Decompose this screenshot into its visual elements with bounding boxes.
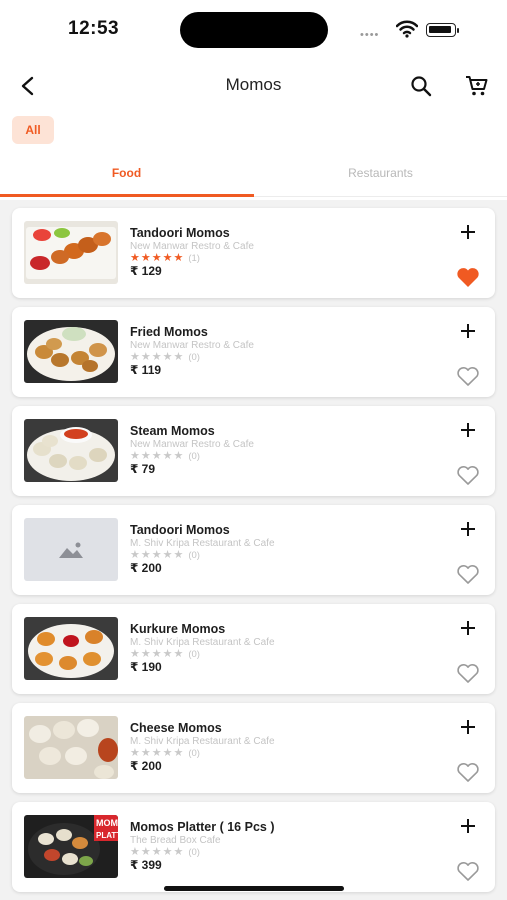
battery-icon bbox=[426, 23, 456, 37]
rating-stars: ★★★★★ bbox=[130, 846, 185, 858]
add-to-cart-button[interactable] bbox=[456, 220, 480, 244]
rating-stars: ★★★★★ bbox=[130, 549, 185, 561]
plus-icon bbox=[461, 720, 475, 734]
item-price: ₹ 119 bbox=[130, 363, 162, 377]
food-image bbox=[24, 617, 118, 680]
food-image bbox=[24, 221, 118, 284]
rating-count: (0) bbox=[188, 352, 200, 363]
food-card[interactable]: MOM PLATT Momos Platter ( 16 Pcs ) The B… bbox=[12, 802, 495, 892]
item-price: ₹ 200 bbox=[130, 561, 162, 575]
plus-icon bbox=[461, 225, 475, 239]
add-to-cart-button[interactable] bbox=[456, 517, 480, 541]
rating-count: (0) bbox=[188, 748, 200, 759]
food-card[interactable]: Cheese Momos M. Shiv Kripa Restaurant & … bbox=[12, 703, 495, 793]
favorite-button[interactable] bbox=[454, 561, 482, 587]
item-price: ₹ 190 bbox=[130, 660, 162, 674]
rating-count: (0) bbox=[188, 550, 200, 561]
filter-chip-all[interactable]: All bbox=[12, 116, 54, 144]
heart-outline-icon bbox=[457, 762, 479, 782]
search-icon bbox=[411, 76, 432, 97]
food-image-placeholder bbox=[24, 518, 118, 581]
plus-icon bbox=[461, 819, 475, 833]
add-to-cart-button[interactable] bbox=[456, 814, 480, 838]
star-rating: ★★★★★ (1) bbox=[130, 251, 200, 265]
food-card[interactable]: Tandoori Momos New Manwar Restro & Cafe … bbox=[12, 208, 495, 298]
favorite-button[interactable] bbox=[454, 264, 482, 290]
rating-count: (1) bbox=[188, 253, 200, 264]
rating-count: (0) bbox=[188, 847, 200, 858]
battery-tip bbox=[457, 28, 459, 33]
item-name: Steam Momos bbox=[130, 424, 215, 438]
item-name: Cheese Momos bbox=[130, 721, 222, 735]
star-rating: ★★★★★ (0) bbox=[130, 647, 200, 661]
cart-button[interactable] bbox=[462, 72, 492, 100]
plus-icon bbox=[461, 423, 475, 437]
status-time: 12:53 bbox=[68, 18, 120, 39]
food-card[interactable]: Steam Momos New Manwar Restro & Cafe ★★★… bbox=[12, 406, 495, 496]
add-to-cart-button[interactable] bbox=[456, 616, 480, 640]
favorite-button[interactable] bbox=[454, 363, 482, 389]
add-to-cart-button[interactable] bbox=[456, 319, 480, 343]
star-rating: ★★★★★ (0) bbox=[130, 746, 200, 760]
rating-count: (0) bbox=[188, 451, 200, 462]
tab-food[interactable]: Food bbox=[0, 166, 253, 180]
food-image: MOM PLATT bbox=[24, 815, 118, 878]
heart-outline-icon bbox=[457, 366, 479, 386]
food-image bbox=[24, 419, 118, 482]
rating-count: (0) bbox=[188, 649, 200, 660]
item-name: Fried Momos bbox=[130, 325, 208, 339]
food-card[interactable]: Tandoori Momos M. Shiv Kripa Restaurant … bbox=[12, 505, 495, 595]
plus-icon bbox=[461, 522, 475, 536]
rating-stars: ★★★★★ bbox=[130, 450, 185, 462]
search-button[interactable] bbox=[406, 72, 436, 100]
plus-icon bbox=[461, 324, 475, 338]
favorite-button[interactable] bbox=[454, 660, 482, 686]
item-price: ₹ 79 bbox=[130, 462, 156, 476]
heart-outline-icon bbox=[457, 663, 479, 683]
cart-icon bbox=[466, 76, 488, 96]
food-image bbox=[24, 716, 118, 779]
add-to-cart-button[interactable] bbox=[456, 418, 480, 442]
heart-outline-icon bbox=[457, 861, 479, 881]
star-rating: ★★★★★ (0) bbox=[130, 548, 200, 562]
favorite-button[interactable] bbox=[454, 759, 482, 785]
food-card[interactable]: Kurkure Momos M. Shiv Kripa Restaurant &… bbox=[12, 604, 495, 694]
rating-stars: ★★★★★ bbox=[130, 351, 185, 363]
dynamic-island bbox=[180, 12, 328, 48]
food-card[interactable]: Fried Momos New Manwar Restro & Cafe ★★★… bbox=[12, 307, 495, 397]
star-rating: ★★★★★ (0) bbox=[130, 449, 200, 463]
food-image bbox=[24, 320, 118, 383]
item-name: Momos Platter ( 16 Pcs ) bbox=[130, 820, 275, 834]
heart-filled-icon bbox=[457, 267, 479, 287]
plus-icon bbox=[461, 621, 475, 635]
item-name: Tandoori Momos bbox=[130, 523, 230, 537]
heart-outline-icon bbox=[457, 564, 479, 584]
add-to-cart-button[interactable] bbox=[456, 715, 480, 739]
tab-divider bbox=[254, 196, 507, 197]
item-name: Kurkure Momos bbox=[130, 622, 226, 636]
item-price: ₹ 399 bbox=[130, 858, 162, 872]
app-header-area: 12:53 •••• Momos All Food Restaurants bbox=[0, 0, 507, 200]
rating-stars: ★★★★★ bbox=[130, 747, 185, 759]
rating-stars: ★★★★★ bbox=[130, 648, 185, 660]
star-rating: ★★★★★ (0) bbox=[130, 845, 200, 859]
svg-text:PLATT: PLATT bbox=[96, 831, 118, 840]
placeholder-image-icon bbox=[59, 542, 83, 558]
platter-image-text: MOM bbox=[96, 818, 118, 828]
heart-outline-icon bbox=[457, 465, 479, 485]
favorite-button[interactable] bbox=[454, 858, 482, 884]
home-indicator bbox=[164, 886, 344, 891]
status-icons: •••• bbox=[360, 20, 470, 41]
item-name: Tandoori Momos bbox=[130, 226, 230, 240]
rating-stars: ★★★★★ bbox=[130, 252, 185, 264]
favorite-button[interactable] bbox=[454, 462, 482, 488]
item-price: ₹ 200 bbox=[130, 759, 162, 773]
star-rating: ★★★★★ (0) bbox=[130, 350, 200, 364]
cellular-signal-icon: •••• bbox=[360, 29, 380, 41]
wifi-icon bbox=[396, 20, 418, 38]
item-price: ₹ 129 bbox=[130, 264, 162, 278]
active-tab-indicator bbox=[0, 194, 254, 197]
tab-restaurants[interactable]: Restaurants bbox=[254, 166, 507, 180]
